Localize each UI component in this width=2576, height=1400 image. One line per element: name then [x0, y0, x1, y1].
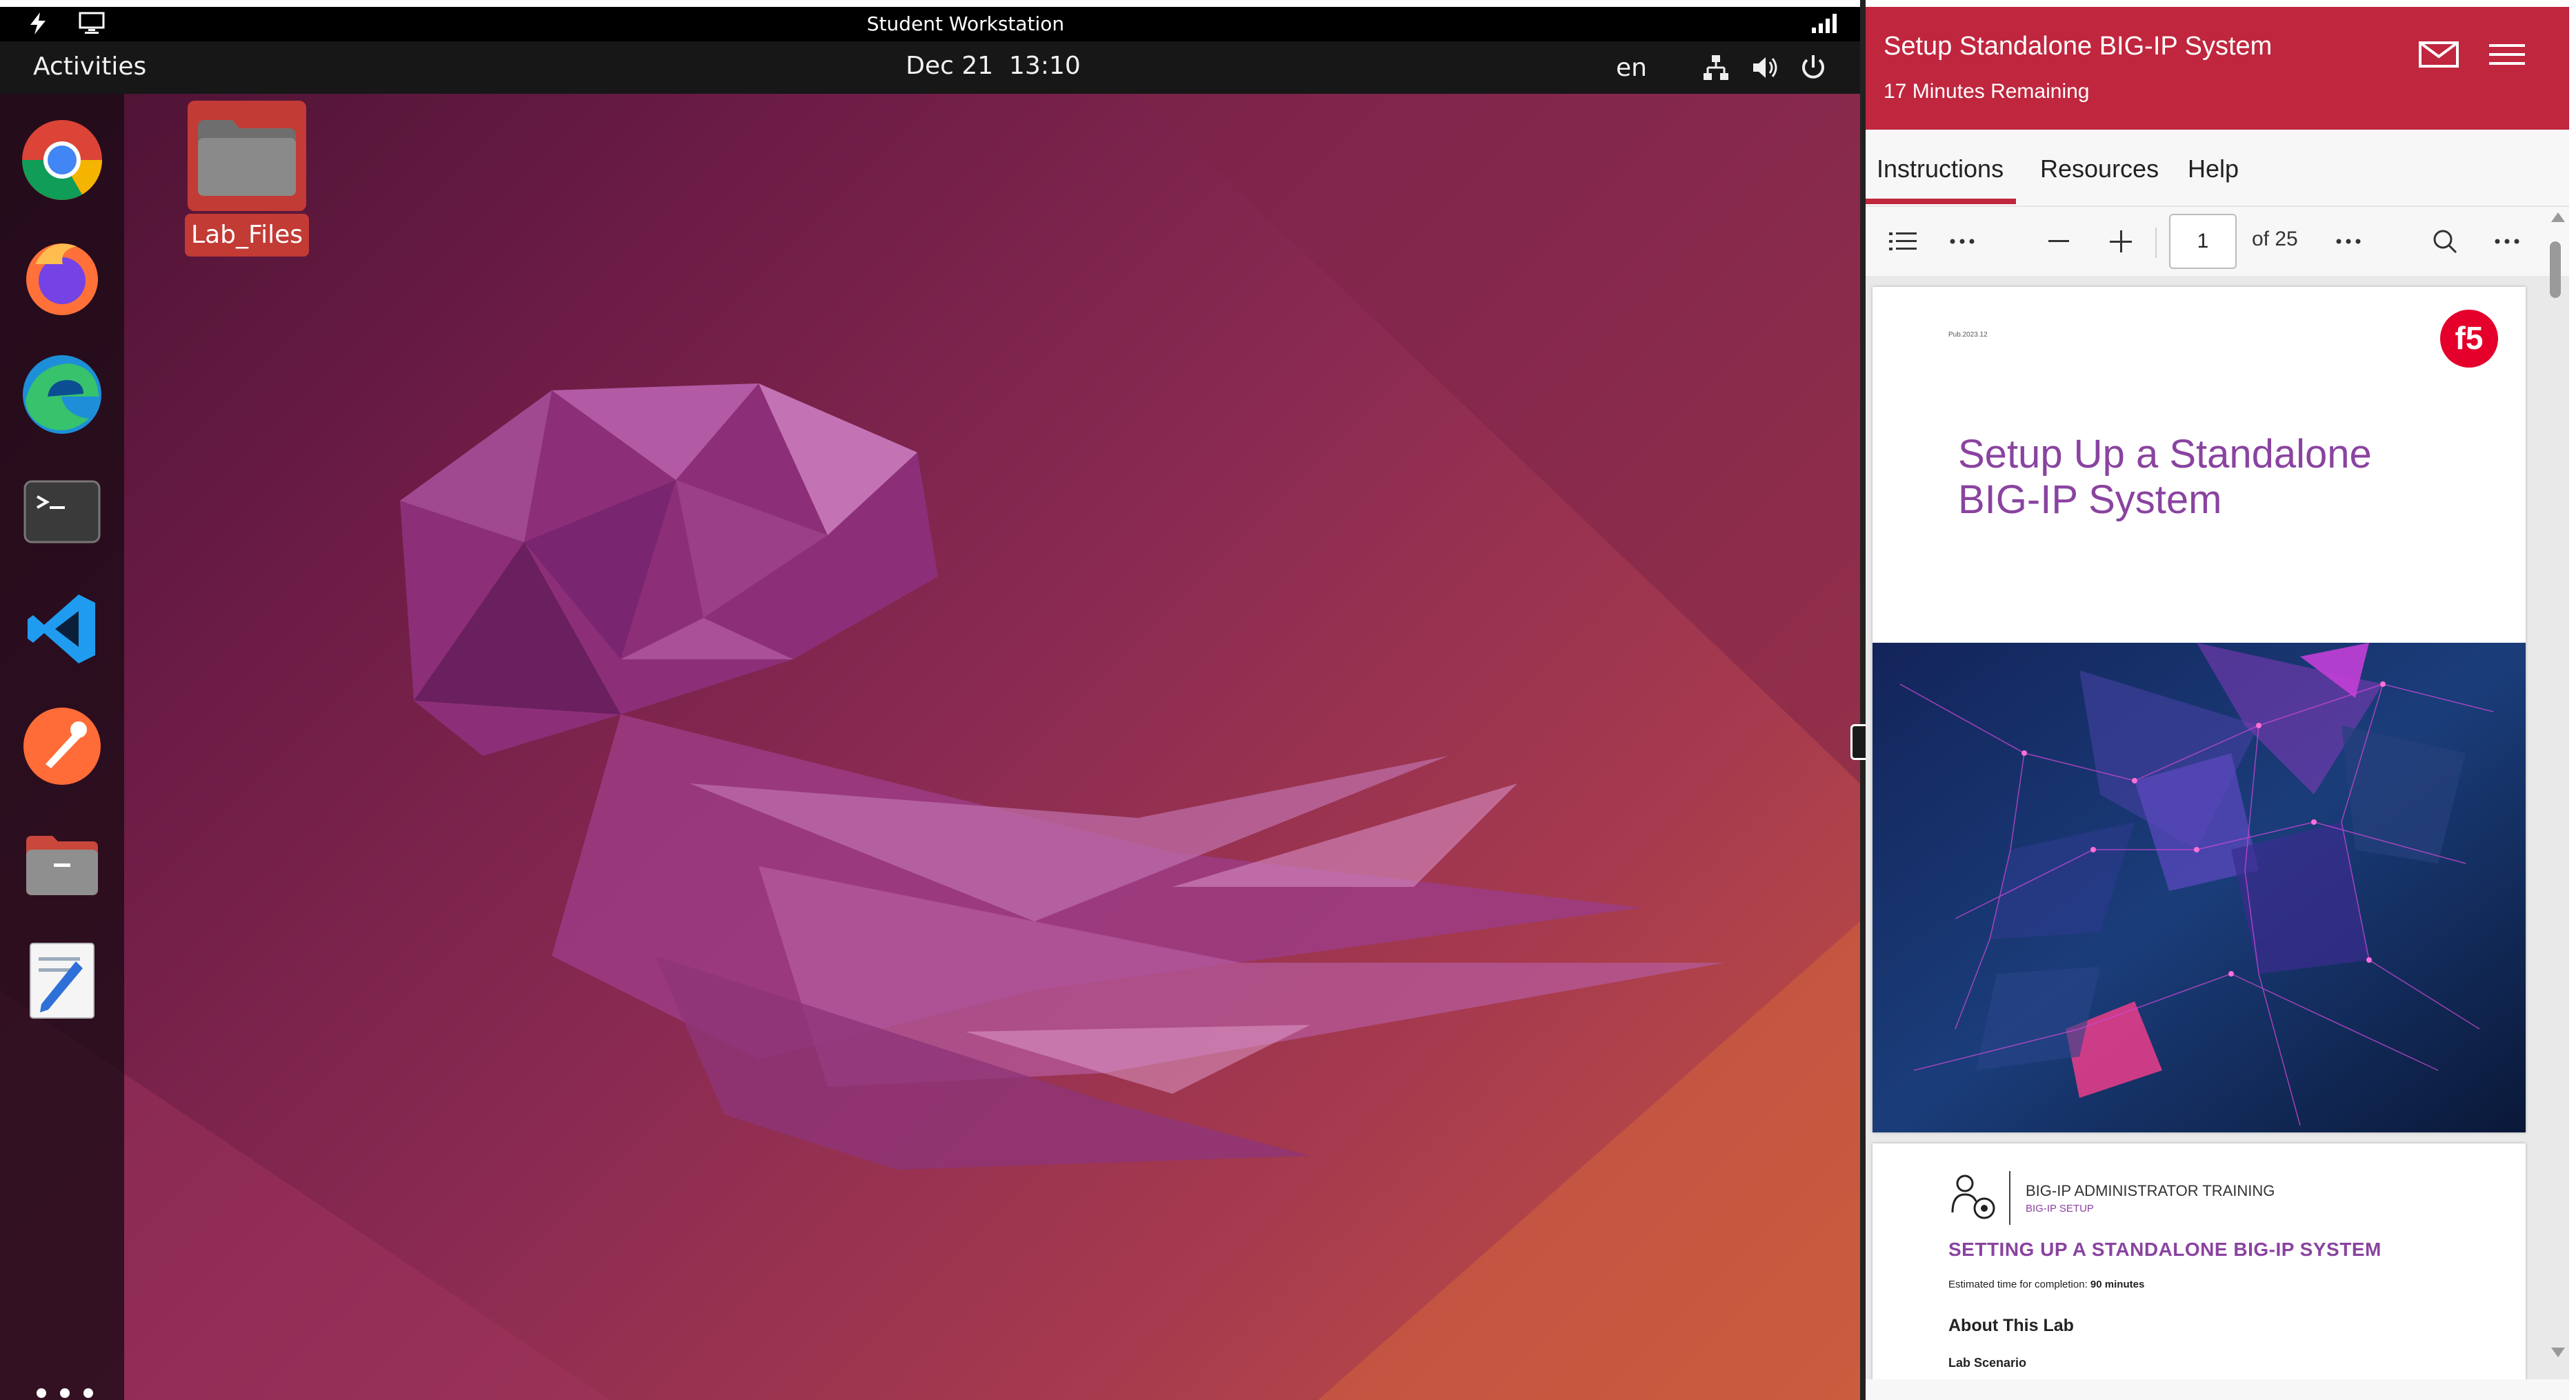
lab-heading: SETTING UP A STANDALONE BIG-IP SYSTEM: [1948, 1239, 2382, 1260]
signal-strength-icon: [1810, 11, 1841, 39]
jellyfish-wallpaper-art: [0, 94, 1860, 1400]
time-label: 13:10: [1009, 52, 1081, 80]
activities-button[interactable]: Activities: [33, 52, 146, 81]
scroll-up-arrow[interactable]: [2551, 212, 2565, 222]
scrollbar-thumb[interactable]: [2550, 241, 2561, 298]
apps-grid-icon[interactable]: [36, 1388, 94, 1399]
volume-icon[interactable]: [1749, 51, 1782, 84]
module-name: BIG-IP SETUP: [2026, 1203, 2094, 1214]
cover-image: [1873, 643, 2526, 1132]
panel-splitter[interactable]: [1860, 0, 1866, 1400]
estimated-time-value: 90 minutes: [2090, 1279, 2145, 1290]
terminal-icon: [23, 480, 101, 543]
mail-icon[interactable]: [2417, 39, 2460, 70]
vscode-icon: [28, 594, 95, 663]
desktop-folder-lab-files[interactable]: Lab_Files: [185, 101, 309, 261]
page-number-input[interactable]: [2169, 214, 2237, 269]
dock-item-chrome[interactable]: [17, 114, 108, 206]
dock-item-files[interactable]: [17, 818, 108, 909]
folder-label: Lab_Files: [185, 214, 309, 257]
files-icon: [26, 836, 98, 895]
header-divider: [2009, 1171, 2010, 1225]
text-editor-icon: [30, 943, 94, 1019]
remote-desktop[interactable]: Student Workstation Activities Dec 21 13…: [0, 7, 1860, 1400]
date-time-clock[interactable]: Dec 21 13:10: [883, 52, 1104, 80]
edge-icon: [23, 355, 101, 434]
publication-id: Pub.2023.12: [1948, 331, 1988, 339]
course-name: BIG-IP ADMINISTRATOR TRAINING: [2026, 1182, 2275, 1199]
dock-item-vscode[interactable]: [17, 583, 108, 674]
power-icon[interactable]: [1797, 51, 1830, 84]
screen: Student Workstation Activities Dec 21 13…: [0, 0, 2576, 1400]
zoom-in-icon[interactable]: [2100, 217, 2141, 266]
f5-logo: f5: [2438, 308, 2500, 370]
search-icon[interactable]: [2424, 217, 2466, 266]
gnome-top-bar: Activities Dec 21 13:10 en: [0, 41, 1860, 94]
zoom-out-icon[interactable]: [2038, 217, 2079, 266]
lab-title: Setup Standalone BIG-IP System: [1884, 32, 2273, 61]
time-remaining: 17 Minutes Remaining: [1884, 80, 2090, 103]
lab-header: Setup Standalone BIG-IP System 17 Minute…: [1866, 7, 2569, 130]
postman-icon: [23, 708, 101, 785]
dock-item-terminal[interactable]: [17, 466, 108, 557]
table-of-contents-icon[interactable]: [1882, 217, 1924, 266]
dock: [0, 94, 124, 1400]
tab-instructions[interactable]: Instructions: [1877, 154, 2004, 183]
training-person-gear-icon: [1948, 1171, 2001, 1223]
dock-item-postman[interactable]: [17, 701, 108, 792]
vm-title: Student Workstation: [866, 12, 1065, 35]
more-options-icon[interactable]: [2486, 217, 2528, 266]
tab-resources[interactable]: Resources: [2040, 154, 2159, 183]
desktop-wallpaper: [0, 94, 1860, 1400]
active-tab-indicator: [1866, 199, 2016, 204]
pdf-title: Setup Up a Standalone BIG-IP System: [1958, 432, 2482, 523]
estimated-time-label: Estimated time for completion:: [1948, 1279, 2088, 1290]
keyboard-language-indicator[interactable]: en: [1616, 54, 1647, 82]
chrome-icon: [22, 120, 102, 200]
firefox-icon: [26, 243, 98, 315]
hamburger-menu-icon[interactable]: [2486, 37, 2528, 72]
lab-instructions-panel: Setup Standalone BIG-IP System 17 Minute…: [1866, 7, 2569, 1400]
pdf-toolbar: of 25: [1866, 207, 2569, 276]
network-icon[interactable]: [1699, 51, 1733, 84]
more-options-icon[interactable]: [2328, 217, 2369, 266]
vm-title-bar: Student Workstation: [0, 7, 1860, 41]
pdf-title-line-2: BIG-IP System: [1958, 477, 2222, 522]
pdf-page-1: Pub.2023.12 f5 Setup Up a Standalone BIG…: [1873, 287, 2526, 1132]
date-label: Dec 21: [906, 52, 994, 80]
more-options-icon[interactable]: [1941, 217, 1983, 266]
dock-item-edge[interactable]: [17, 349, 108, 440]
dock-item-text-editor[interactable]: [17, 935, 108, 1026]
toolbar-divider: [2155, 228, 2157, 258]
subsection-heading: Lab Scenario: [1948, 1356, 2027, 1370]
svg-text:f5: f5: [2455, 320, 2484, 356]
section-heading: About This Lab: [1948, 1316, 2074, 1335]
tab-help[interactable]: Help: [2188, 154, 2239, 183]
lab-tabs: Instructions Resources Help: [1866, 130, 2569, 207]
folder-icon: [188, 101, 306, 211]
dock-item-firefox[interactable]: [17, 232, 108, 323]
scroll-down-arrow[interactable]: [2551, 1348, 2565, 1357]
page-count-label: of 25: [2252, 228, 2298, 250]
pdf-page-2: BIG-IP ADMINISTRATOR TRAINING BIG-IP SET…: [1873, 1143, 2526, 1379]
pdf-title-line-1: Setup Up a Standalone: [1958, 432, 2372, 477]
estimated-time: Estimated time for completion: 90 minute…: [1948, 1279, 2144, 1290]
pdf-viewer-area[interactable]: Pub.2023.12 f5 Setup Up a Standalone BIG…: [1866, 276, 2569, 1379]
